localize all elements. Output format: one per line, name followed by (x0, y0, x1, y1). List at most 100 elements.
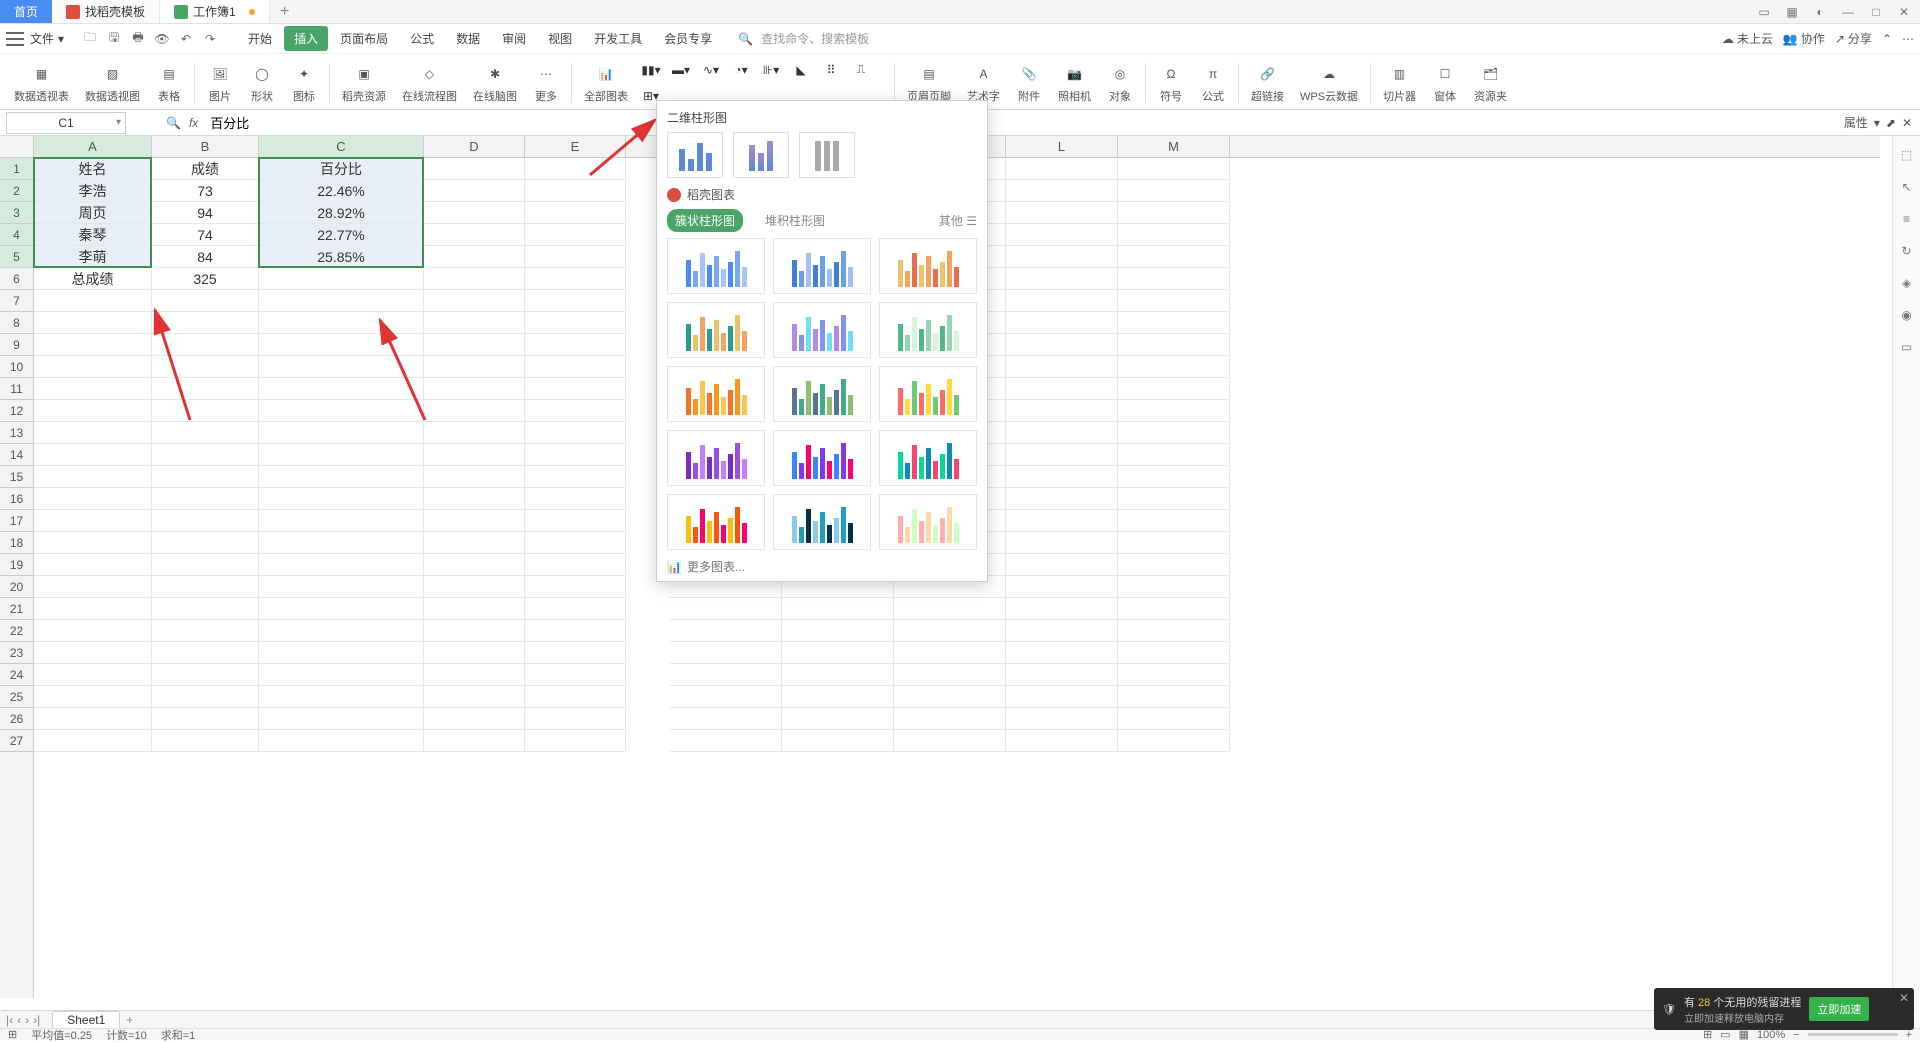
cell-M17[interactable] (1118, 510, 1230, 532)
sp-settings-icon[interactable]: ≡ (1898, 210, 1916, 228)
cell-M22[interactable] (1118, 620, 1230, 642)
cell-L18[interactable] (1006, 532, 1118, 554)
cell-A11[interactable] (34, 378, 152, 400)
cell-C26[interactable] (259, 708, 424, 730)
cell-B23[interactable] (152, 642, 259, 664)
tab-layout[interactable]: 页面布局 (330, 26, 398, 51)
cell-A16[interactable] (34, 488, 152, 510)
cell-M20[interactable] (1118, 576, 1230, 598)
chart-scatter-icon[interactable]: ⠿ (818, 59, 844, 81)
cell-E15[interactable] (525, 466, 626, 488)
chart-thumb-10[interactable] (667, 430, 765, 486)
chart-stock-icon[interactable]: ⊪▾ (758, 59, 784, 81)
row-header-26[interactable]: 26 (0, 708, 33, 730)
cell-D26[interactable] (424, 708, 525, 730)
chart-thumb-15[interactable] (879, 494, 977, 550)
cell-C17[interactable] (259, 510, 424, 532)
cell-A8[interactable] (34, 312, 152, 334)
cell-M8[interactable] (1118, 312, 1230, 334)
cell-M4[interactable] (1118, 224, 1230, 246)
cell-E11[interactable] (525, 378, 626, 400)
cell-C7[interactable] (259, 290, 424, 312)
row-header-15[interactable]: 15 (0, 466, 33, 488)
cell-L1[interactable] (1006, 158, 1118, 180)
cell-A9[interactable] (34, 334, 152, 356)
cell-E8[interactable] (525, 312, 626, 334)
cell-C3[interactable]: 28.92% (259, 202, 424, 224)
print-icon[interactable]: 🖶 (130, 31, 146, 47)
rb-camera[interactable]: 📷照相机 (1052, 57, 1097, 109)
cell-E18[interactable] (525, 532, 626, 554)
cell-E3[interactable] (525, 202, 626, 224)
chart-thumb-4[interactable] (667, 302, 765, 358)
mode-icon[interactable]: ⊞ (8, 1028, 17, 1041)
formula-input[interactable] (206, 113, 1844, 132)
cell-A17[interactable] (34, 510, 152, 532)
cell-E9[interactable] (525, 334, 626, 356)
rb-more[interactable]: ⋯更多 (527, 57, 565, 109)
cell-D17[interactable] (424, 510, 525, 532)
cell-M9[interactable] (1118, 334, 1230, 356)
zoom-slider[interactable] (1808, 1033, 1898, 1036)
chart-thumb-2[interactable] (773, 238, 871, 294)
sheet-tab[interactable]: Sheet1 (52, 1011, 120, 1028)
cell-B18[interactable] (152, 532, 259, 554)
toast-action-button[interactable]: 立即加速 (1809, 997, 1869, 1021)
sp-rotate-icon[interactable]: ↻ (1898, 242, 1916, 260)
cell-D25[interactable] (424, 686, 525, 708)
col-header-A[interactable]: A (34, 136, 152, 158)
undo-icon[interactable]: ↶ (178, 31, 194, 47)
cell-D27[interactable] (424, 730, 525, 752)
redo-icon[interactable]: ↷ (202, 31, 218, 47)
row-header-24[interactable]: 24 (0, 664, 33, 686)
cell-M16[interactable] (1118, 488, 1230, 510)
row-header-3[interactable]: 3 (0, 202, 33, 224)
cell-C27[interactable] (259, 730, 424, 752)
cell-I25[interactable] (670, 686, 782, 708)
cell-A24[interactable] (34, 664, 152, 686)
cell-E27[interactable] (525, 730, 626, 752)
sheet-prev-icon[interactable]: ‹ (17, 1013, 21, 1027)
cell-C21[interactable] (259, 598, 424, 620)
cell-C25[interactable] (259, 686, 424, 708)
cell-C1[interactable]: 百分比 (259, 158, 424, 180)
tab-data[interactable]: 数据 (446, 26, 490, 51)
cell-E20[interactable] (525, 576, 626, 598)
cell-B27[interactable] (152, 730, 259, 752)
chart-combo-icon[interactable]: ⎍ (848, 59, 874, 81)
cell-A2[interactable]: 李浩 (34, 180, 152, 202)
rb-symbol[interactable]: Ω符号 (1152, 57, 1190, 109)
rb-image[interactable]: 🖼图片 (201, 57, 239, 109)
chart-thumb-7[interactable] (667, 366, 765, 422)
cell-E17[interactable] (525, 510, 626, 532)
row-header-2[interactable]: 2 (0, 180, 33, 202)
cell-D6[interactable] (424, 268, 525, 290)
rb-pivot-table[interactable]: ▦数据透视表 (8, 57, 75, 109)
cell-M13[interactable] (1118, 422, 1230, 444)
cell-E10[interactable] (525, 356, 626, 378)
cell-M12[interactable] (1118, 400, 1230, 422)
sheet-add[interactable]: + (126, 1013, 133, 1027)
cell-A18[interactable] (34, 532, 152, 554)
cell-M6[interactable] (1118, 268, 1230, 290)
cell-C4[interactable]: 22.77% (259, 224, 424, 246)
row-header-21[interactable]: 21 (0, 598, 33, 620)
cell-L22[interactable] (1006, 620, 1118, 642)
save-icon[interactable]: 🖫 (106, 31, 122, 47)
tab-workbook[interactable]: 工作簿1 (160, 0, 270, 23)
cell-E24[interactable] (525, 664, 626, 686)
row-header-20[interactable]: 20 (0, 576, 33, 598)
cell-M14[interactable] (1118, 444, 1230, 466)
row-header-7[interactable]: 7 (0, 290, 33, 312)
tab-insert[interactable]: 插入 (284, 26, 328, 51)
maximize-icon[interactable]: □ (1866, 2, 1886, 22)
cell-B15[interactable] (152, 466, 259, 488)
cell-L8[interactable] (1006, 312, 1118, 334)
rb-cloud-data[interactable]: ☁WPS云数据 (1294, 57, 1364, 109)
cell-L27[interactable] (1006, 730, 1118, 752)
hamburger-icon[interactable] (6, 32, 24, 46)
rb-pivot-chart[interactable]: ▨数据透视图 (79, 57, 146, 109)
rb-mindmap[interactable]: ✱在线脑图 (467, 57, 523, 109)
stacked-column-option[interactable] (733, 132, 789, 178)
cell-A1[interactable]: 姓名 (34, 158, 152, 180)
